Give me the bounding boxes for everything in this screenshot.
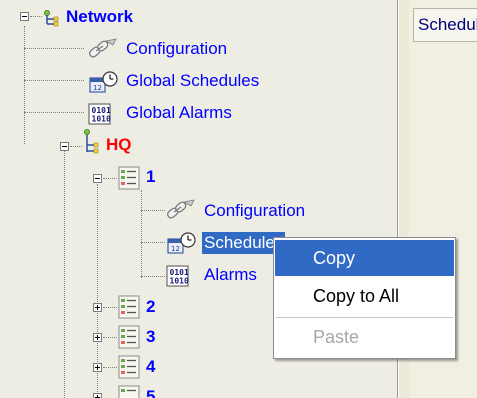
tree-node-global-alarms[interactable]: 0101 1010 Global Alarms — [0, 100, 280, 128]
svg-text:1010: 1010 — [92, 115, 111, 124]
tree-node-label[interactable]: 4 — [146, 356, 155, 378]
tree-line — [30, 16, 42, 17]
tab-schedules[interactable]: Schedules — [413, 8, 477, 42]
tree-node-label[interactable]: 1 — [146, 166, 155, 188]
tree-node-device-schedules[interactable]: 12 Schedules — [0, 230, 300, 258]
tree-node-device-3[interactable]: 3 — [0, 324, 200, 352]
schedule-icon: 12 — [167, 232, 196, 254]
tree-node-label[interactable]: Network — [66, 6, 133, 28]
tree-node-network[interactable]: Network — [0, 4, 230, 32]
tree-node-device-5[interactable]: 5 — [0, 384, 200, 398]
tree-line — [70, 146, 82, 147]
tree-node-global-schedules[interactable]: 12 Global Schedules — [0, 68, 300, 96]
tree-line — [103, 178, 117, 179]
alarms-icon: 0101 1010 — [166, 265, 189, 287]
expand-toggle[interactable] — [93, 393, 102, 398]
svg-text:12: 12 — [171, 245, 180, 253]
tree-node-label[interactable]: Configuration — [204, 200, 305, 222]
tree-node-label[interactable]: Global Alarms — [126, 102, 232, 124]
context-menu: Copy Copy to All Paste — [273, 237, 456, 359]
tree-node-device-configuration[interactable]: Configuration — [0, 198, 340, 226]
tree-node-label[interactable]: 3 — [146, 326, 155, 348]
menu-item-copy[interactable]: Copy — [275, 240, 454, 276]
svg-text:1010: 1010 — [170, 277, 189, 286]
device-list-icon — [118, 385, 140, 398]
tree-node-device-alarms[interactable]: 0101 1010 Alarms — [0, 262, 300, 290]
tree-node-device-1[interactable]: 1 — [0, 164, 200, 192]
tree-line — [103, 337, 117, 338]
tree-node-label[interactable]: 2 — [146, 296, 155, 318]
tree-node-label[interactable]: Global Schedules — [126, 70, 259, 92]
configuration-icon — [167, 199, 195, 219]
tree-node-label[interactable]: 5 — [146, 386, 155, 398]
tree-line — [103, 307, 117, 308]
tree-node-hq[interactable]: HQ — [0, 129, 200, 160]
configuration-icon — [89, 38, 117, 58]
tree-node-label[interactable]: Alarms — [204, 264, 257, 286]
tree-node-device-4[interactable]: 4 — [0, 354, 200, 382]
device-list-icon — [118, 325, 140, 349]
device-list-icon — [118, 166, 140, 190]
menu-separator — [276, 317, 453, 318]
collapse-toggle[interactable] — [20, 12, 29, 21]
alarms-icon: 0101 1010 — [88, 103, 111, 125]
tree-node-label[interactable]: HQ — [106, 134, 132, 156]
schedule-icon: 12 — [89, 71, 118, 93]
expand-toggle[interactable] — [93, 333, 102, 342]
device-list-icon — [118, 295, 140, 319]
collapse-toggle[interactable] — [60, 142, 69, 151]
network-tree-icon — [44, 10, 59, 27]
collapse-toggle[interactable] — [93, 174, 102, 183]
menu-item-copy-to-all[interactable]: Copy to All — [275, 278, 454, 314]
tree-node-configuration[interactable]: Configuration — [0, 36, 260, 64]
expand-toggle[interactable] — [93, 303, 102, 312]
device-list-icon — [118, 355, 140, 379]
tree-node-device-2[interactable]: 2 — [0, 294, 200, 322]
tree-line — [103, 367, 117, 368]
menu-item-paste: Paste — [313, 327, 360, 347]
expand-toggle[interactable] — [93, 363, 102, 372]
tree-node-label[interactable]: Configuration — [126, 38, 227, 60]
svg-text:12: 12 — [93, 84, 102, 92]
site-tree-icon — [84, 129, 99, 154]
